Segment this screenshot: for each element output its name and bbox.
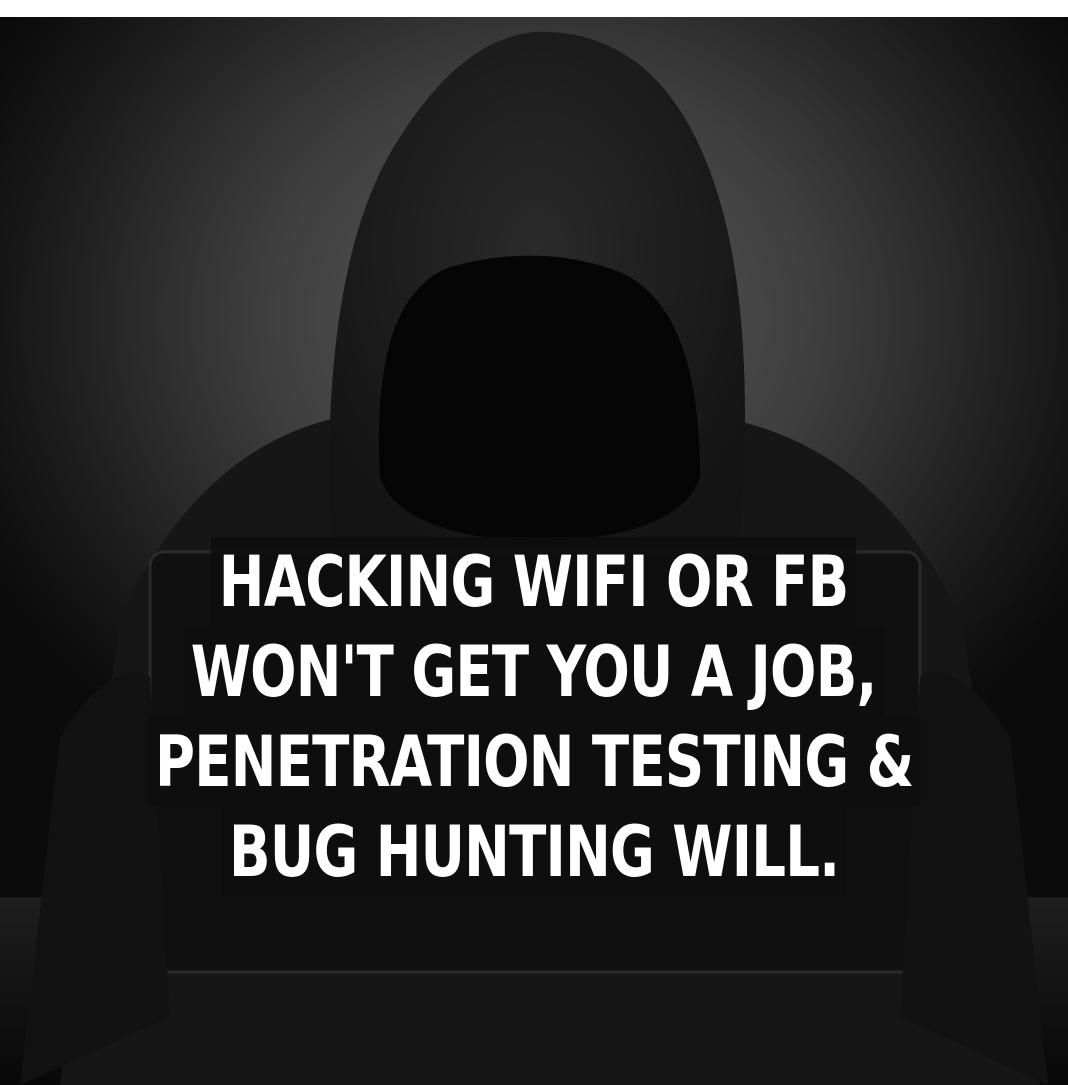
caption-line: BUG HUNTING WILL. — [0, 807, 1068, 897]
face-shadow — [378, 255, 700, 543]
image-frame: HACKING WIFI OR FB WON'T GET YOU A JOB, … — [0, 0, 1068, 1085]
caption-line: PENETRATION TESTING & — [0, 717, 1068, 807]
caption-text-block: HACKING WIFI OR FB WON'T GET YOU A JOB, … — [0, 537, 1068, 897]
top-white-strip — [0, 0, 1068, 17]
caption-line: WON'T GET YOU A JOB, — [0, 627, 1068, 717]
hacker-photo: HACKING WIFI OR FB WON'T GET YOU A JOB, … — [0, 17, 1068, 1085]
caption-line: HACKING WIFI OR FB — [0, 537, 1068, 627]
